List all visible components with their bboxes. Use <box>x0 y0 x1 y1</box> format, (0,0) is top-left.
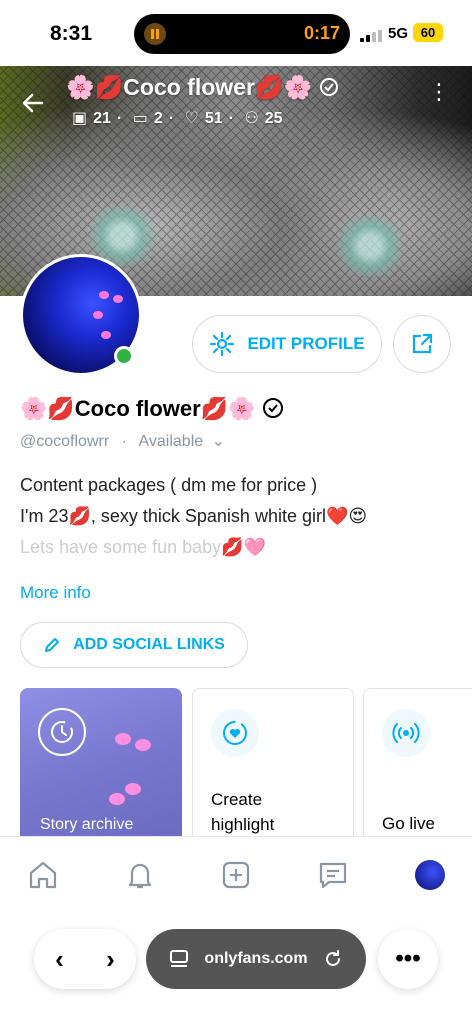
status-time: 8:31 <box>50 22 93 45</box>
add-social-links-label: ADD SOCIAL LINKS <box>73 636 225 653</box>
pencil-icon <box>45 638 60 652</box>
bio-line: Content packages ( dm me for price ) <box>20 475 318 495</box>
create-highlight-line: Create <box>211 790 263 809</box>
profile-avatar-icon <box>415 860 445 890</box>
go-live-card[interactable]: Go live <box>363 688 472 836</box>
recording-timer: 0:17 <box>303 23 340 43</box>
likes-count: 51 <box>204 110 223 127</box>
photos-count: 21 <box>93 110 111 127</box>
messages-icon[interactable] <box>315 857 351 893</box>
profile-name-text: 🌸💋Coco flower💋🌸 <box>20 396 256 421</box>
broadcast-icon <box>382 709 430 757</box>
timer-icon <box>38 708 86 756</box>
cover-name: 🌸💋Coco flower💋🌸 <box>66 74 313 100</box>
browser-back-icon[interactable]: ‹ <box>55 944 64 975</box>
profile-tab[interactable] <box>412 857 448 893</box>
browser-nav: ‹ › <box>34 929 136 989</box>
handle-text: @cocoflowrr <box>20 433 110 450</box>
verified-icon <box>319 78 338 96</box>
back-arrow-icon[interactable] <box>20 90 46 124</box>
add-post-icon[interactable] <box>218 857 254 893</box>
photos-icon: ▣ <box>72 110 88 127</box>
network-type: 5G <box>388 25 409 42</box>
profile-bio: Content packages ( dm me for price ) I'm… <box>20 470 367 563</box>
more-info-link[interactable]: More info <box>20 583 91 603</box>
edit-profile-label: EDIT PROFILE <box>247 334 365 353</box>
cover-stats: ▣ 21 · ▭ 2 · ♡ 51 · ⚇ 25 <box>72 110 283 127</box>
gear-icon <box>210 331 235 357</box>
dynamic-island[interactable]: 0:17 <box>134 14 350 54</box>
more-options-icon[interactable]: ⋮ <box>428 81 450 103</box>
share-button[interactable] <box>393 315 451 373</box>
edit-profile-button[interactable]: EDIT PROFILE <box>192 315 382 373</box>
verified-icon <box>262 398 283 418</box>
status-bar: 8:31 0:17 5G 60 <box>0 0 472 66</box>
address-bar[interactable]: onlyfans.com <box>146 929 366 989</box>
share-icon <box>412 333 433 354</box>
subscribers-count: 25 <box>264 110 283 127</box>
create-highlight-card[interactable]: Create highlight <box>192 688 354 836</box>
cover-detail <box>330 216 410 276</box>
browser-more-icon[interactable]: ••• <box>378 929 438 989</box>
reload-icon[interactable] <box>322 948 344 970</box>
add-social-links-button[interactable]: ADD SOCIAL LINKS <box>20 622 248 668</box>
create-highlight-line: highlight <box>211 815 275 834</box>
story-archive-card[interactable]: Story archive <box>20 688 182 836</box>
likes-icon: ♡ <box>184 110 199 127</box>
subscribers-icon: ⚇ <box>244 110 259 127</box>
signal-icon <box>360 30 382 42</box>
chevron-down-icon: ⌄ <box>211 433 225 450</box>
pause-icon <box>144 23 166 45</box>
bottom-nav <box>0 836 472 908</box>
go-live-label: Go live <box>382 814 435 833</box>
bio-line: I'm 23💋, sexy thick Spanish white girl❤️… <box>20 506 368 526</box>
create-highlight-label: Create highlight <box>211 787 274 836</box>
profile-name: 🌸💋Coco flower💋🌸 <box>20 396 284 422</box>
videos-count: 2 <box>153 110 163 127</box>
bio-line: Lets have some fun baby💋🩷 <box>20 537 266 557</box>
heart-circle-icon <box>211 709 259 757</box>
videos-icon: ▭ <box>132 110 148 127</box>
battery-icon: 60 <box>413 23 443 42</box>
profile-handle[interactable]: @cocoflowrr · Available ⌄ <box>20 431 225 451</box>
home-icon[interactable] <box>25 857 61 893</box>
browser-toolbar: ‹ › onlyfans.com ••• <box>0 908 472 1024</box>
cover-title: 🌸💋Coco flower💋🌸 <box>66 74 339 101</box>
url-text: onlyfans.com <box>204 950 308 967</box>
online-indicator <box>114 346 134 366</box>
story-cards: Story archive Create highlight Go live <box>20 688 472 836</box>
availability-status: Available <box>138 433 204 450</box>
browser-forward-icon[interactable]: › <box>106 944 115 975</box>
bell-icon[interactable] <box>122 857 158 893</box>
tabs-icon <box>170 950 189 967</box>
story-archive-label: Story archive <box>40 816 134 833</box>
